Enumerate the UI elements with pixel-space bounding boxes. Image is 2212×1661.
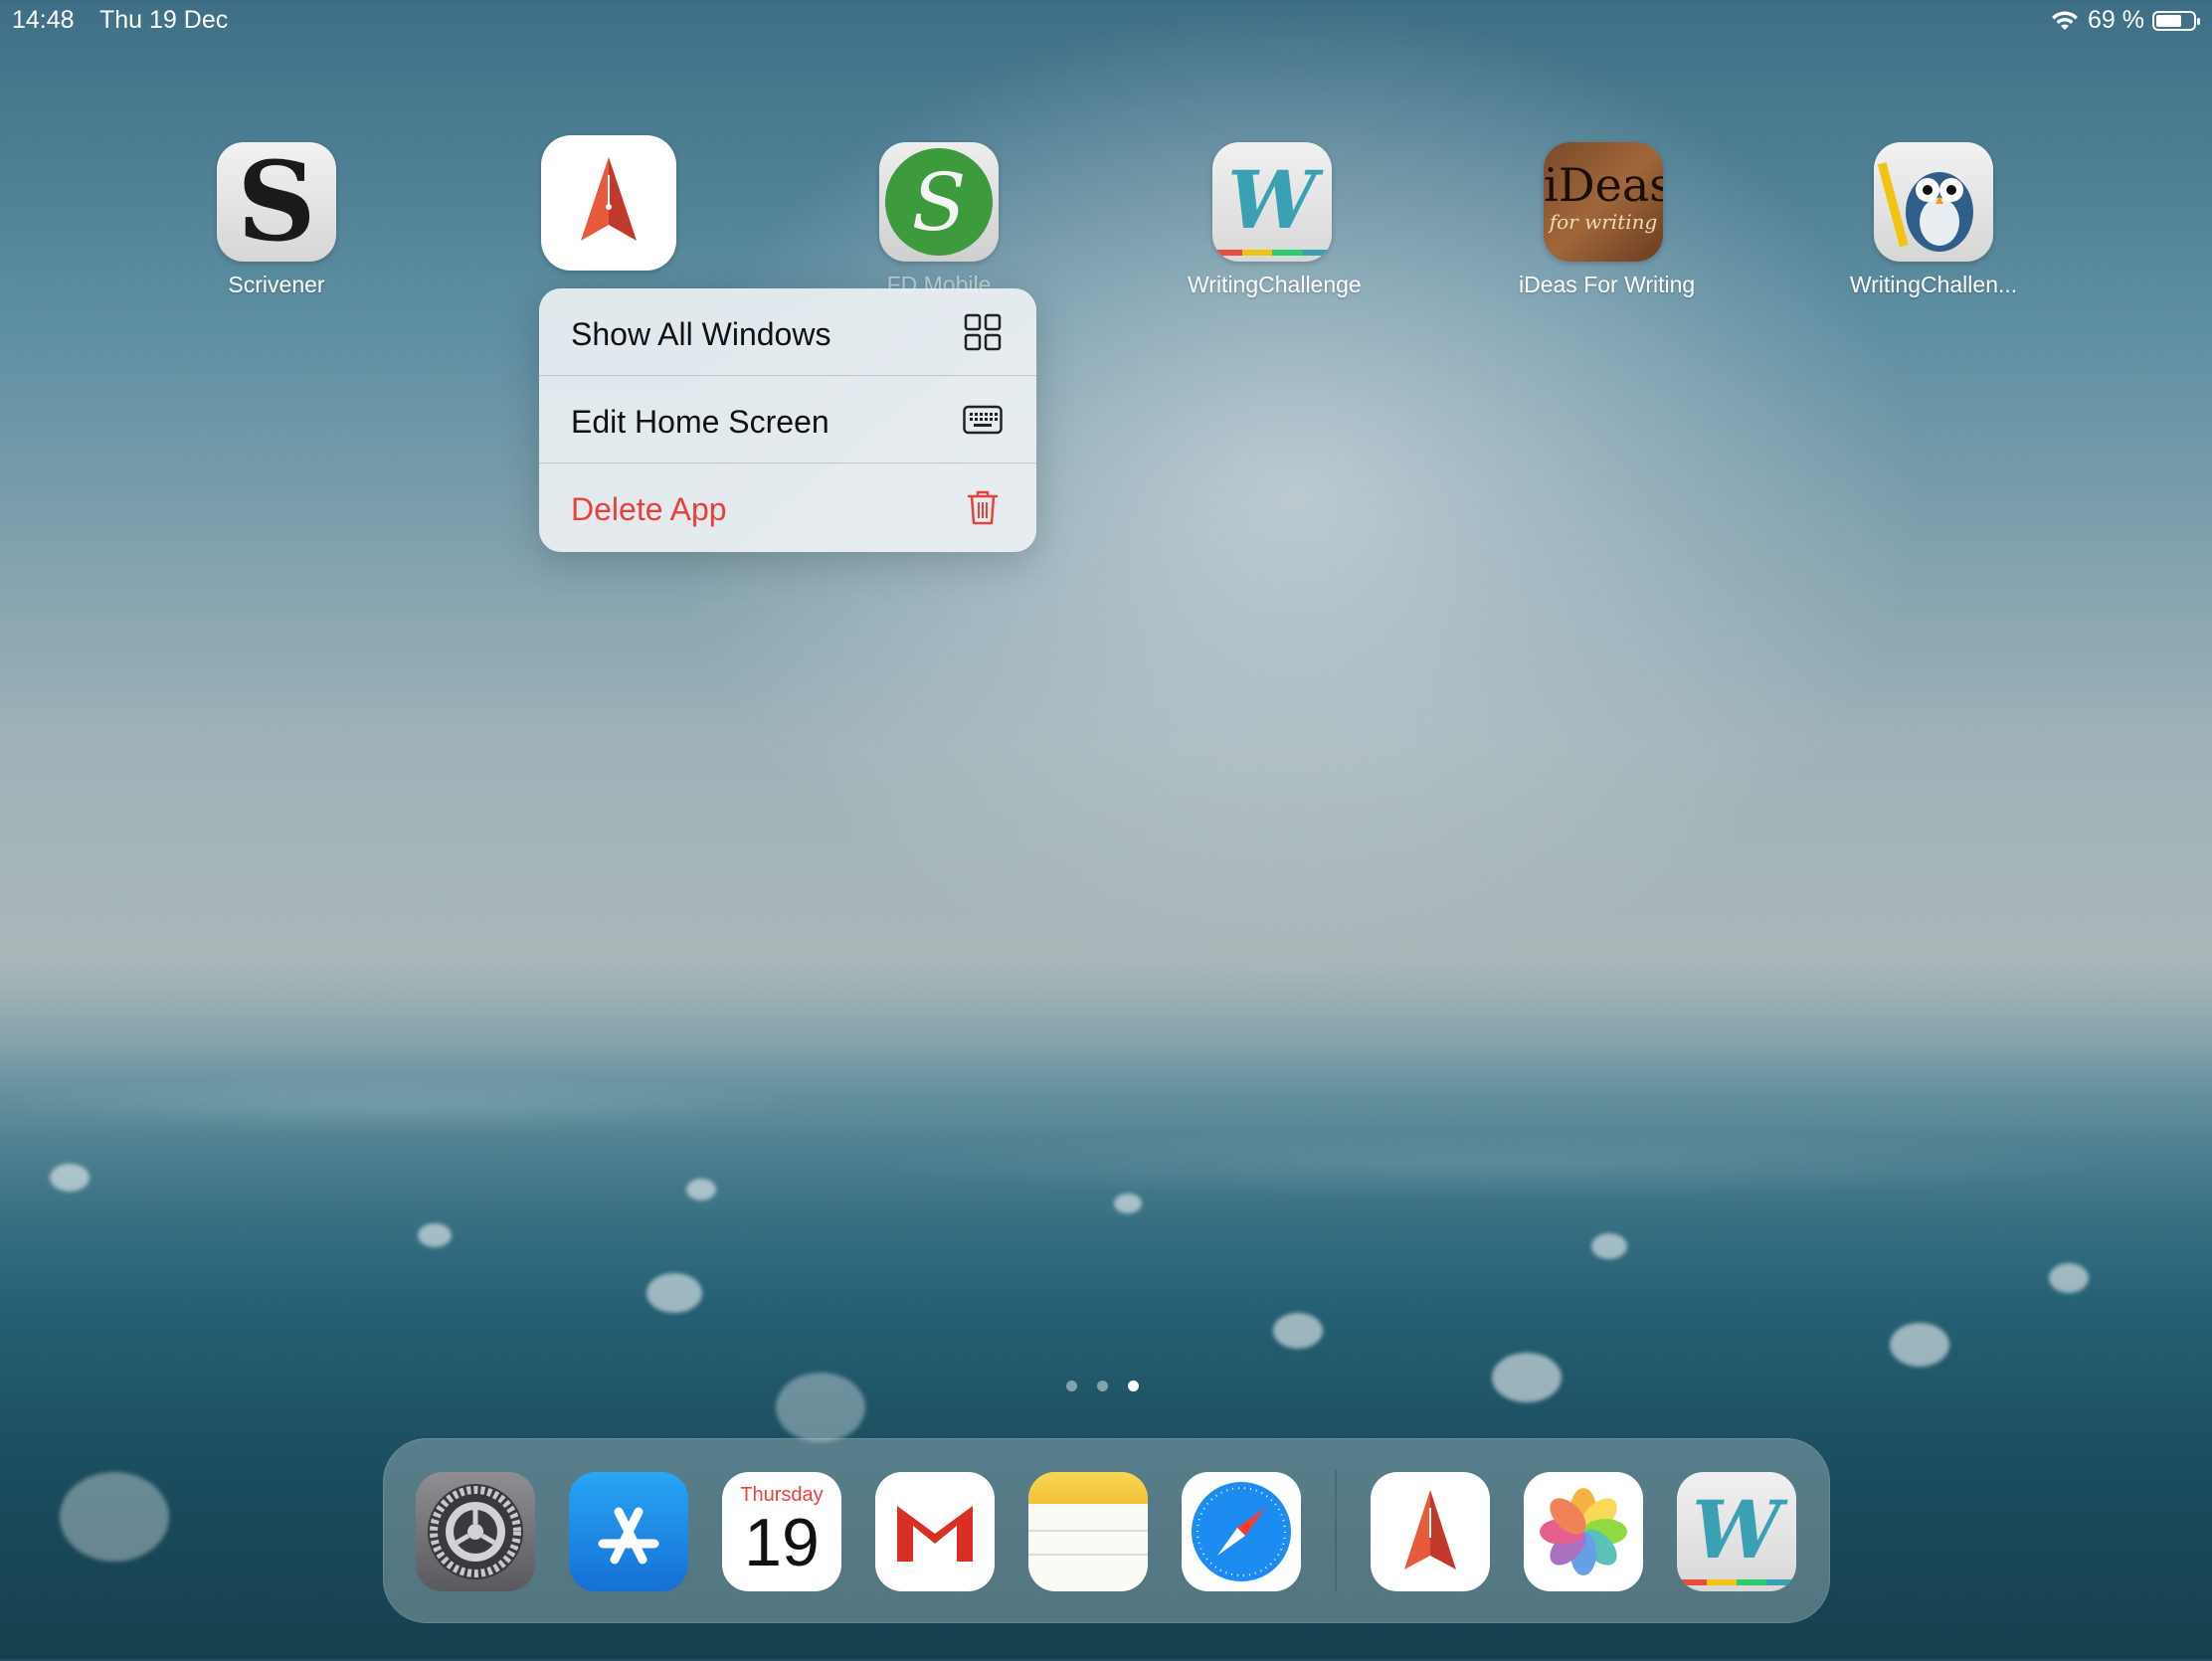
bokeh-light <box>1591 1233 1627 1259</box>
writing-challenge-icon: W <box>1212 142 1332 262</box>
dock: Thursday 19 W <box>383 1438 1830 1623</box>
app-compass-selected[interactable] <box>524 135 693 271</box>
app-label: iDeas For Writing <box>1519 272 1696 297</box>
calendar-day: 19 <box>744 1505 820 1580</box>
page-dot[interactable] <box>1066 1381 1077 1391</box>
bokeh-light <box>2049 1263 2089 1293</box>
wifi-icon <box>2052 10 2079 30</box>
page-indicator[interactable] <box>1066 1381 1139 1391</box>
trash-icon <box>967 490 999 525</box>
bokeh-light <box>776 1373 865 1442</box>
settings-icon[interactable] <box>416 1472 535 1591</box>
notes-icon[interactable] <box>1028 1472 1148 1591</box>
calendar-icon[interactable]: Thursday 19 <box>722 1472 841 1591</box>
svg-text:W: W <box>1227 153 1324 247</box>
app-label: WritingChallenge <box>1188 272 1362 297</box>
menu-item-edit-home-screen[interactable]: Edit Home Screen <box>539 376 1036 463</box>
menu-item-delete-app[interactable]: Delete App <box>539 463 1036 551</box>
fd-mobile-icon: S <box>879 142 999 262</box>
battery-fill <box>2156 14 2181 27</box>
bokeh-light <box>418 1223 452 1247</box>
app-fd-mobile[interactable]: S FD Mobile <box>854 142 1023 298</box>
status-right: 69 % <box>2050 6 2200 35</box>
app-scrivener[interactable]: S Scrivener <box>192 142 361 298</box>
battery-percent: 69 % <box>2088 6 2144 34</box>
app-writing-challenge-2[interactable]: WritingChallen... <box>1849 142 2018 298</box>
bokeh-light <box>1273 1313 1323 1349</box>
menu-item-show-all-windows[interactable]: Show All Windows <box>539 288 1036 376</box>
compass-needle-icon <box>541 135 676 271</box>
gmail-icon[interactable] <box>875 1472 995 1591</box>
dock-separator <box>1335 1470 1337 1591</box>
app-writing-challenge[interactable]: W WritingChallenge <box>1188 142 1362 298</box>
svg-text:S: S <box>237 142 315 262</box>
app-context-menu: Show All Windows Edit Home Screen Delete… <box>539 288 1036 552</box>
photos-icon[interactable] <box>1524 1472 1643 1591</box>
owl-icon <box>1874 142 1993 262</box>
menu-item-label: Delete App <box>571 491 727 527</box>
bokeh-light <box>1492 1353 1562 1402</box>
menu-item-label: Show All Windows <box>571 316 831 352</box>
ideas-icon-subtitle: for writing <box>1549 210 1658 234</box>
battery-icon <box>2152 10 2200 31</box>
status-bar: 14:48 Thu 19 Dec 69 % <box>0 0 2212 40</box>
bokeh-light <box>1114 1194 1142 1213</box>
page-dot-active[interactable] <box>1128 1381 1139 1391</box>
keyboard-icon <box>963 405 1003 435</box>
menu-item-label: Edit Home Screen <box>571 404 830 440</box>
app-label: WritingChallen... <box>1849 272 2018 297</box>
svg-text:S: S <box>912 156 967 249</box>
bokeh-light <box>50 1164 90 1192</box>
grid-icon <box>964 313 1002 351</box>
writing-challenge-icon[interactable]: W <box>1677 1472 1796 1591</box>
app-store-icon[interactable] <box>569 1472 688 1591</box>
bokeh-light <box>646 1273 702 1313</box>
status-time: 14:48 <box>12 6 75 34</box>
app-ideas-for-writing[interactable]: iDeas for writing iDeas For Writing <box>1519 142 1696 298</box>
app-label: Scrivener <box>228 272 325 297</box>
ideas-icon-title: iDeas <box>1544 158 1663 212</box>
bokeh-light <box>1890 1323 1949 1367</box>
scrivener-icon: S <box>217 142 336 262</box>
status-date: Thu 19 Dec <box>99 6 229 34</box>
page-dot[interactable] <box>1097 1381 1108 1391</box>
bokeh-light <box>60 1472 169 1562</box>
ideas-for-writing-icon: iDeas for writing <box>1544 142 1663 262</box>
svg-text:W: W <box>1692 1483 1788 1576</box>
bokeh-light <box>686 1179 716 1200</box>
compass-needle-icon[interactable] <box>1371 1472 1490 1591</box>
safari-icon[interactable] <box>1182 1472 1301 1591</box>
